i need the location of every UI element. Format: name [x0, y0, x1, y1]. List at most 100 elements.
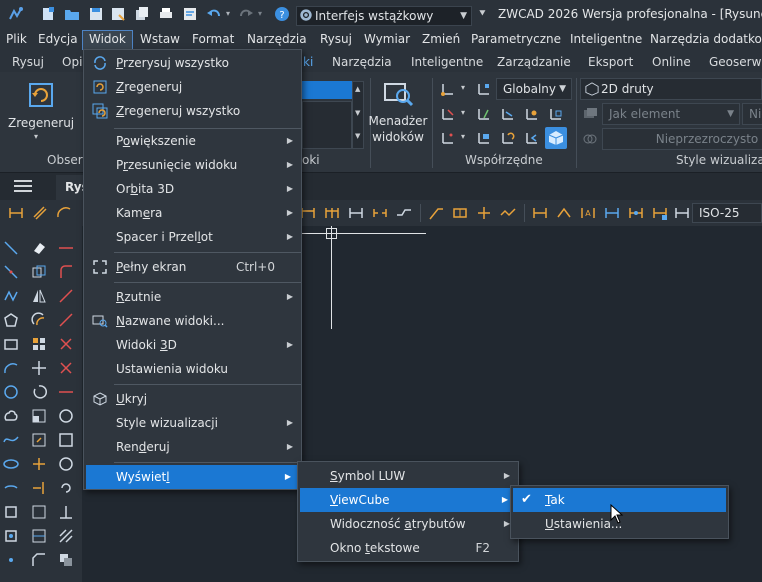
scroll-up-icon[interactable]: ▲ [355, 85, 360, 93]
regenerate-dropdown-icon[interactable]: ▾ [34, 132, 38, 141]
menu-wstaw[interactable]: Wstaw [140, 30, 180, 50]
ellipse-arc-icon[interactable] [3, 480, 19, 496]
menu-item-spacer-i-przelot[interactable]: Spacer i Przellot ▶ [84, 225, 301, 249]
trim-icon[interactable] [31, 456, 47, 472]
redo-dropdown-icon[interactable]: ▾ [258, 9, 262, 18]
copy-object-icon[interactable] [31, 264, 47, 280]
named-views-list[interactable] [302, 101, 352, 149]
open-folder-icon[interactable] [64, 6, 80, 22]
erase-icon[interactable] [31, 240, 47, 256]
explode-icon[interactable] [58, 288, 74, 304]
copy-icon[interactable] [134, 6, 150, 22]
offset-icon[interactable] [31, 312, 47, 328]
menu-item-ustawienia-widoku[interactable]: Ustawienia widoku [84, 357, 301, 381]
circle-icon[interactable] [3, 384, 19, 400]
menu-item-orbita-3d[interactable]: Orbita 3D ▶ [84, 177, 301, 201]
polyline-icon[interactable] [3, 288, 19, 304]
layer-combo[interactable]: Jak element ▼ [602, 103, 740, 125]
ucs-view-icon[interactable] [524, 106, 540, 122]
menu-item-zregeneruj[interactable]: Zregeneruj [84, 75, 301, 99]
tab-narzedzia[interactable]: Narzędzia [332, 52, 392, 72]
linear-dimension-icon[interactable] [8, 205, 24, 221]
gradient-icon[interactable] [58, 552, 74, 568]
baseline-dimension-icon[interactable] [300, 205, 316, 221]
menu-item-widoki-3d[interactable]: Widoki 3D ▶ [84, 333, 301, 357]
scale-icon[interactable] [31, 408, 47, 424]
point-icon[interactable] [3, 552, 19, 568]
ucs-dropdown-icon[interactable]: ▾ [461, 83, 465, 92]
circle-2p-icon[interactable] [58, 408, 74, 424]
make-block-icon[interactable] [3, 528, 19, 544]
jog-line-icon[interactable] [396, 205, 412, 221]
dimension-style-icon[interactable] [652, 205, 668, 221]
tab-widoki[interactable]: ki [303, 52, 313, 72]
menu-plik[interactable]: Plik [6, 30, 27, 50]
continue-dimension-icon[interactable] [324, 205, 340, 221]
save-icon[interactable] [88, 6, 104, 22]
join-icon[interactable] [31, 528, 47, 544]
menu-widok[interactable]: Widok [82, 30, 133, 50]
customize-quick-access-icon[interactable]: ⯆ [478, 7, 487, 21]
ucs-x-dropdown-icon[interactable]: ▾ [461, 108, 465, 117]
ucs-x-icon[interactable] [440, 106, 456, 122]
divide-icon[interactable] [58, 336, 74, 352]
ni-combo[interactable]: Nie [742, 103, 762, 125]
ucs-object-icon[interactable] [548, 106, 564, 122]
ucs-icon[interactable] [440, 81, 456, 97]
dimension-override-icon[interactable] [604, 205, 620, 221]
dimension-style-combo[interactable]: ISO-25 [692, 203, 762, 223]
redo-icon[interactable] [238, 6, 254, 22]
menu-item-symbol-luw[interactable]: Symbol LUW ▶ [298, 464, 518, 488]
menu-item-viewcube[interactable]: ViewCube ▶ [300, 488, 516, 512]
menu-zmien[interactable]: Zmień [422, 30, 460, 50]
menu-narzedzia[interactable]: Narzędzia [247, 30, 307, 50]
tab-online[interactable]: Online [652, 52, 691, 72]
regenerate-large-icon[interactable] [26, 80, 56, 110]
dimension-text-edit-icon[interactable] [556, 205, 572, 221]
dimension-break-icon[interactable] [372, 205, 388, 221]
menu-format[interactable]: Format [192, 30, 234, 50]
delete-duplicates-icon[interactable] [58, 360, 74, 376]
array-icon[interactable] [31, 336, 47, 352]
dimension-update-icon[interactable]: A [580, 205, 596, 221]
ucs-y-icon[interactable] [476, 106, 492, 122]
view-manager-label-2[interactable]: widoków [368, 130, 428, 144]
menu-item-rzutnie[interactable]: Rzutnie ▶ [84, 285, 301, 309]
extend-icon[interactable] [31, 480, 47, 496]
lengthen-icon[interactable] [58, 312, 74, 328]
tab-eksport[interactable]: Eksport [588, 52, 633, 72]
square-icon[interactable] [58, 432, 74, 448]
center-mark-icon[interactable] [476, 205, 492, 221]
scroll-down-icon[interactable]: ▼ [355, 109, 360, 117]
menu-item-kamera[interactable]: Kamera ▶ [84, 201, 301, 225]
menu-parametryczne[interactable]: Parametryczne [471, 30, 561, 50]
view-manager-icon[interactable] [382, 78, 414, 110]
ucs-previous-icon[interactable] [524, 130, 540, 146]
app-logo-icon[interactable] [8, 6, 24, 22]
dimension-edit-icon[interactable] [532, 205, 548, 221]
donut-icon[interactable] [58, 456, 74, 472]
help-icon[interactable]: ? [274, 6, 290, 22]
ucs-3point-dropdown-icon[interactable]: ▾ [461, 132, 465, 141]
dimension-space-icon[interactable] [348, 205, 364, 221]
new-file-icon[interactable] [40, 6, 56, 22]
rectangle-icon[interactable] [3, 336, 19, 352]
print-icon[interactable] [158, 6, 174, 22]
ucs-3point-icon[interactable] [440, 130, 456, 146]
leader-icon[interactable] [428, 205, 444, 221]
menu-item-widocznosc-atrybutow[interactable]: Widoczność atrybutów ▶ [298, 512, 518, 536]
fillet-icon[interactable] [58, 264, 74, 280]
menu-item-powiekszenie[interactable]: Powiększenie ▶ [84, 129, 301, 153]
menu-item-wyswietl[interactable]: Wyświetl ▶ [86, 465, 299, 489]
dimension-reassociate-icon[interactable] [628, 205, 644, 221]
tolerance-icon[interactable] [452, 205, 468, 221]
construction-line-icon[interactable] [3, 264, 19, 280]
stretch-icon[interactable] [31, 432, 47, 448]
view-manager-label-1[interactable]: Menadżer [368, 114, 428, 128]
inspection-icon[interactable] [500, 205, 516, 221]
xline-icon[interactable] [58, 384, 74, 400]
ucs-combo[interactable]: Globalny ▼ [496, 78, 572, 100]
ucs-origin-icon[interactable] [476, 81, 492, 97]
menu-wymiar[interactable]: Wymiar [364, 30, 410, 50]
named-views-scrollbar[interactable]: ▲ ▼ ▼ [352, 81, 364, 149]
